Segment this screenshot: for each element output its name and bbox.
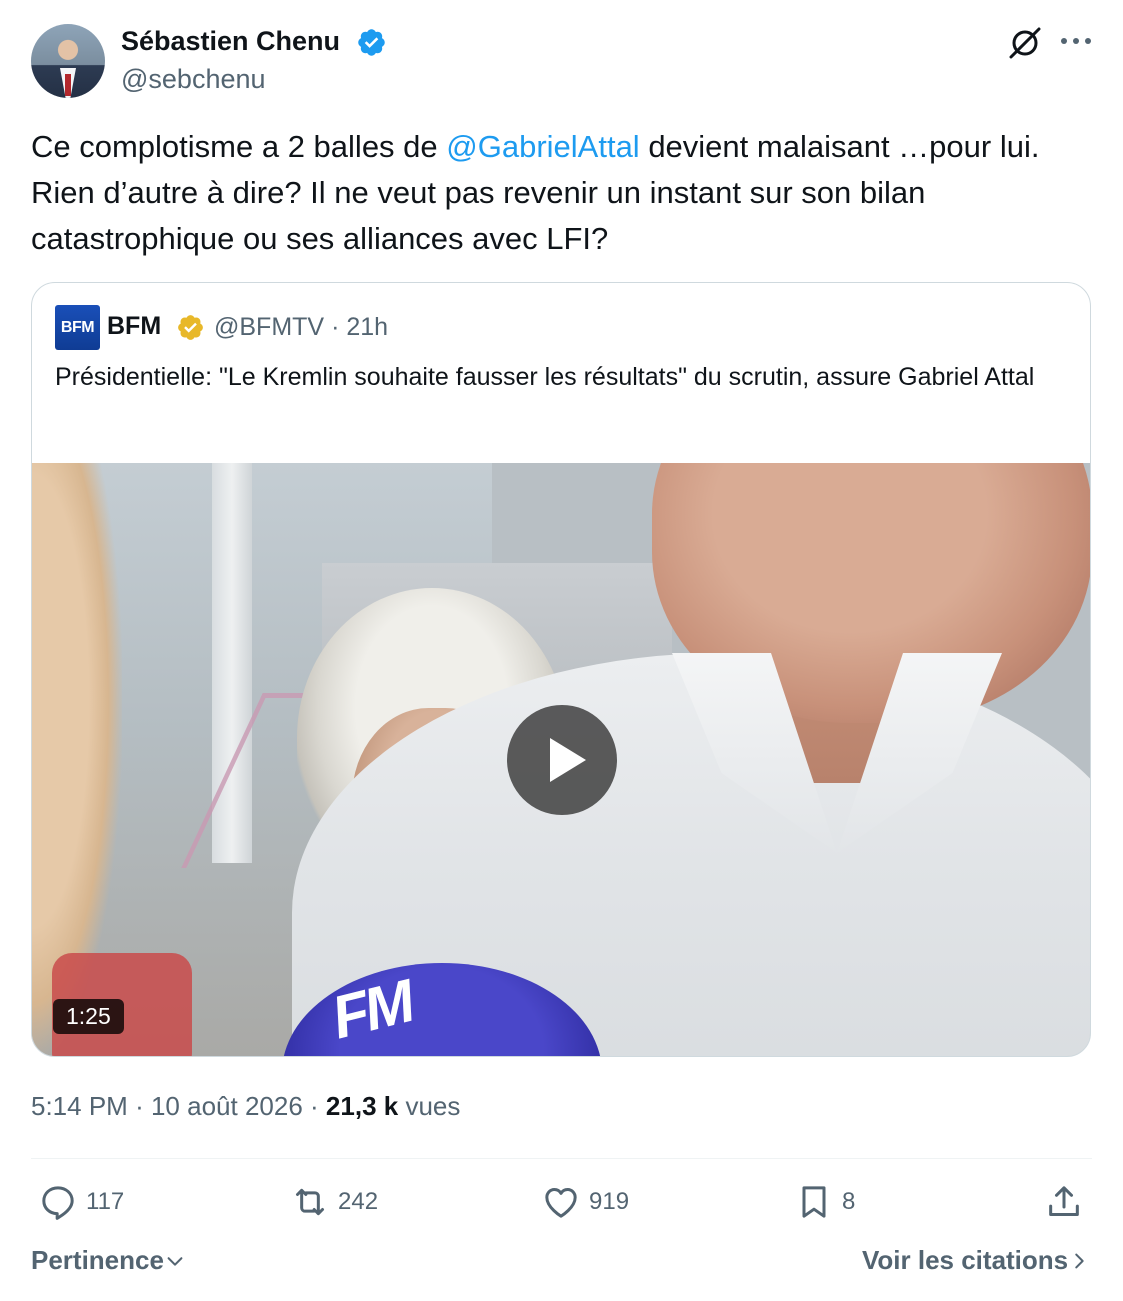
reply-icon xyxy=(42,1186,74,1220)
tweet-timestamp: 5:14 PM · 10 août 2026 · 21,3 k vues xyxy=(31,1091,460,1122)
share-button[interactable] xyxy=(1044,1178,1084,1226)
views-label: vues xyxy=(405,1091,461,1121)
quote-meta: @BFMTV · 21h xyxy=(214,313,388,342)
sort-dropdown[interactable]: Pertinence xyxy=(31,1245,186,1276)
author-handle[interactable]: @sebchenu xyxy=(121,64,266,95)
tweet-time[interactable]: 5:14 PM xyxy=(31,1091,128,1121)
quote-age[interactable]: 21h xyxy=(346,313,388,341)
repost-icon xyxy=(296,1188,324,1216)
quote-author-name[interactable]: BFM xyxy=(107,312,161,341)
reply-button[interactable]: 117 xyxy=(38,1178,124,1226)
repost-button[interactable]: 242 xyxy=(290,1178,378,1226)
grok-icon[interactable] xyxy=(1006,24,1044,62)
bookmark-count: 8 xyxy=(842,1188,856,1215)
chevron-down-icon xyxy=(167,1256,183,1266)
sort-label: Pertinence xyxy=(31,1245,164,1275)
heart-icon xyxy=(545,1188,577,1218)
tweet-date[interactable]: 10 août 2026 xyxy=(151,1091,303,1121)
play-icon xyxy=(550,738,586,782)
divider xyxy=(31,1158,1092,1159)
quote-text: Présidentielle: "Le Kremlin souhaite fau… xyxy=(55,363,1035,391)
avatar-tie xyxy=(65,74,71,96)
quote-avatar[interactable]: BFM xyxy=(55,305,100,350)
author-display-name[interactable]: Sébastien Chenu xyxy=(121,26,340,57)
views-count: 21,3 k xyxy=(325,1091,399,1121)
meta-separator: · xyxy=(310,1091,319,1121)
tweet-text-before: Ce complotisme a 2 balles de xyxy=(31,129,447,164)
mention-link[interactable]: @GabrielAttal xyxy=(446,129,639,164)
quote-handle[interactable]: @BFMTV xyxy=(214,313,324,341)
tweet-text: Ce complotisme a 2 balles de @GabrielAtt… xyxy=(31,124,1101,262)
verified-badge-icon xyxy=(178,315,203,340)
repost-count: 242 xyxy=(338,1188,379,1215)
like-button[interactable]: 919 xyxy=(541,1178,629,1226)
quote-separator: · xyxy=(331,313,340,341)
play-button[interactable] xyxy=(507,705,617,815)
reply-count: 117 xyxy=(86,1188,125,1215)
like-count: 919 xyxy=(589,1188,630,1215)
verified-badge-icon xyxy=(358,29,385,56)
video-duration: 1:25 xyxy=(53,999,124,1034)
more-icon[interactable] xyxy=(1058,29,1094,53)
view-quotes-label: Voir les citations xyxy=(862,1245,1069,1275)
chevron-right-icon xyxy=(1075,1253,1084,1268)
view-quotes-link[interactable]: Voir les citations xyxy=(862,1245,1090,1276)
share-icon xyxy=(1049,1186,1079,1216)
bookmark-icon xyxy=(802,1186,826,1218)
bookmark-button[interactable]: 8 xyxy=(794,1178,855,1226)
author-avatar[interactable] xyxy=(31,24,105,98)
video-player[interactable]: FM 1:25 xyxy=(32,463,1090,1056)
meta-separator: · xyxy=(135,1091,144,1121)
quoted-tweet-card[interactable]: BFM BFM @BFMTV · 21h Présidentielle: "Le… xyxy=(31,282,1091,1057)
